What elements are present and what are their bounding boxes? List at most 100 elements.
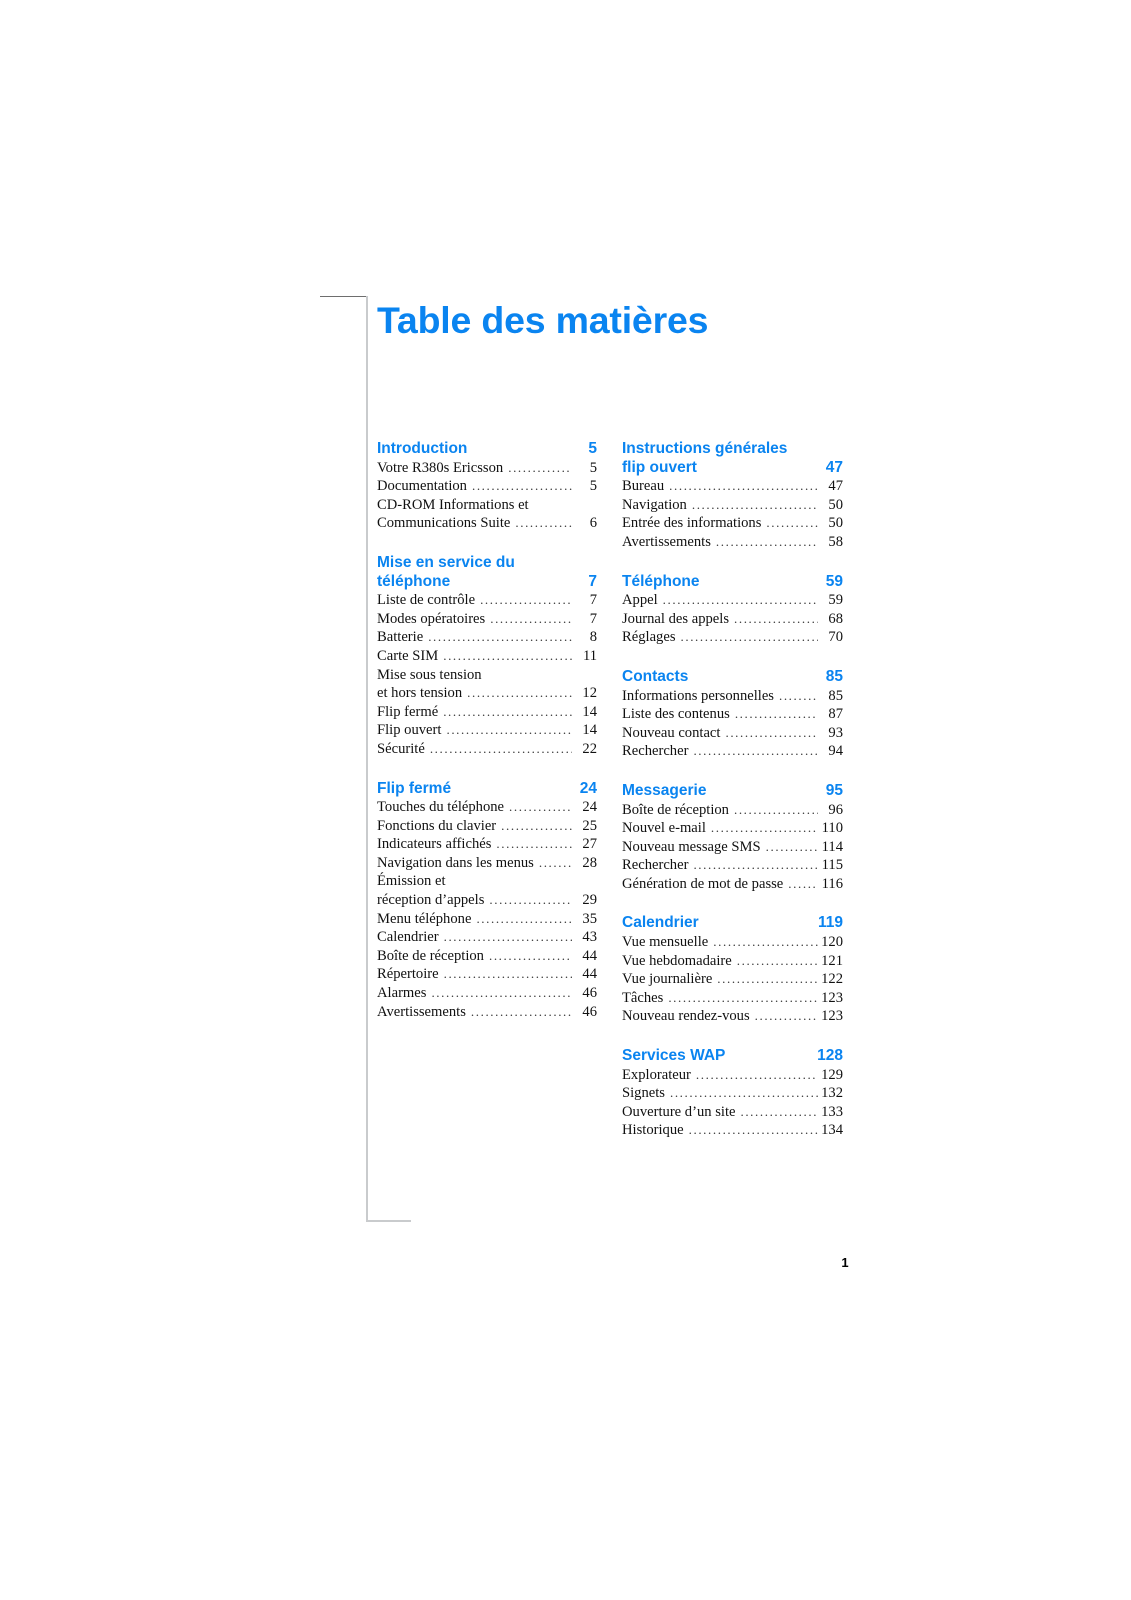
toc-entry-label: Nouveau contact bbox=[622, 724, 721, 741]
toc-entry-page: 5 bbox=[589, 459, 597, 476]
toc-entry-page: 94 bbox=[828, 743, 843, 760]
toc-entry-page: 132 bbox=[821, 1085, 843, 1102]
toc-entry[interactable]: Nouveau contact.........................… bbox=[622, 724, 843, 743]
toc-entry[interactable]: Rechercher..............................… bbox=[622, 856, 843, 875]
toc-entry[interactable]: Nouveau message SMS.....................… bbox=[622, 838, 843, 857]
toc-entry[interactable]: Vue hebdomadaire........................… bbox=[622, 952, 843, 971]
toc-entry-label: Touches du téléphone bbox=[377, 799, 505, 816]
toc-entry[interactable]: Documentation...........................… bbox=[377, 477, 597, 496]
toc-entry[interactable]: Indicateurs affichés....................… bbox=[377, 835, 597, 854]
toc-entry-page: 7 bbox=[589, 592, 597, 609]
toc-entry[interactable]: Alarmes.................................… bbox=[377, 984, 597, 1003]
toc-entry[interactable]: Navigation..............................… bbox=[622, 496, 843, 515]
toc-entry-label: Entrée des informations bbox=[622, 515, 762, 532]
toc-entry[interactable]: Avertissements..........................… bbox=[622, 533, 843, 552]
toc-entry[interactable]: Réglages................................… bbox=[622, 628, 843, 647]
toc-section-heading[interactable]: Introduction 5 bbox=[377, 440, 597, 459]
toc-entry[interactable]: Flip fermé..............................… bbox=[377, 703, 597, 722]
toc-entry[interactable]: Explorateur.............................… bbox=[622, 1066, 843, 1085]
toc-entry[interactable]: Journal des appels......................… bbox=[622, 610, 843, 629]
toc-leader-dots: ........................................… bbox=[740, 1103, 818, 1119]
toc-leader-dots: ........................................… bbox=[754, 1008, 818, 1024]
toc-entry-label: Mise sous tension bbox=[377, 666, 482, 683]
toc-entry[interactable]: et hors tension.........................… bbox=[377, 684, 597, 703]
toc-entry-label: Liste de contrôle bbox=[377, 592, 476, 609]
toc-entry[interactable]: Flip ouvert.............................… bbox=[377, 721, 597, 740]
toc-entry[interactable]: Répertoire..............................… bbox=[377, 965, 597, 984]
toc-entry-label: Nouvel e-mail bbox=[622, 820, 706, 837]
toc-leader-dots: ........................................… bbox=[695, 1066, 818, 1082]
toc-leader-dots: ........................................… bbox=[778, 687, 818, 703]
toc-entry-page: 29 bbox=[582, 892, 597, 909]
toc-entry[interactable]: Boîte de réception......................… bbox=[377, 947, 597, 966]
toc-entry[interactable]: Votre R380s Ericsson....................… bbox=[377, 459, 597, 478]
toc-entry-page: 85 bbox=[828, 687, 843, 704]
toc-section-heading-line: Contacts bbox=[622, 667, 689, 685]
toc-entry[interactable]: Sécurité................................… bbox=[377, 740, 597, 759]
toc-entry[interactable]: Historique..............................… bbox=[622, 1121, 843, 1140]
toc-entry-page: 123 bbox=[821, 1008, 843, 1025]
toc-section-heading[interactable]: Mise en service du téléphone 7 bbox=[377, 554, 597, 591]
toc-leader-dots: ........................................… bbox=[476, 910, 572, 926]
toc-entry-label: Navigation dans les menus bbox=[377, 854, 534, 871]
toc-entry[interactable]: Mise sous tension bbox=[377, 666, 597, 685]
toc-entry-label: Liste des contenus bbox=[622, 706, 730, 723]
toc-leader-dots: ........................................… bbox=[443, 966, 572, 982]
toc-entry[interactable]: Calendrier..............................… bbox=[377, 928, 597, 947]
toc-section-heading[interactable]: Calendrier 119 bbox=[622, 914, 843, 933]
toc-leader-dots: ........................................… bbox=[736, 952, 818, 968]
toc-entry[interactable]: réception d’appels......................… bbox=[377, 891, 597, 910]
toc-section-heading-line: Instructions générales bbox=[622, 440, 788, 457]
toc-leader-dots: ........................................… bbox=[668, 989, 818, 1005]
toc-entry[interactable]: Avertissements..........................… bbox=[377, 1003, 597, 1022]
toc-leader-dots: ........................................… bbox=[471, 478, 572, 494]
toc-entry-label: Explorateur bbox=[622, 1066, 691, 1083]
toc-entry[interactable]: Entrée des informations.................… bbox=[622, 514, 843, 533]
toc-section-heading[interactable]: Contacts 85 bbox=[622, 668, 843, 687]
toc-entry-page: 6 bbox=[589, 515, 597, 532]
toc-section-page: 128 bbox=[817, 1047, 843, 1065]
toc-leader-dots: ........................................… bbox=[693, 857, 818, 873]
toc-entry-page: 134 bbox=[821, 1122, 843, 1139]
toc-entry[interactable]: Nouvel e-mail...........................… bbox=[622, 819, 843, 838]
toc-entry[interactable]: Génération de mot de passe..............… bbox=[622, 875, 843, 894]
toc-leader-dots: ........................................… bbox=[501, 817, 572, 833]
toc-entry[interactable]: Vue mensuelle...........................… bbox=[622, 933, 843, 952]
toc-entry[interactable]: Carte SIM...............................… bbox=[377, 647, 597, 666]
toc-section-heading[interactable]: Services WAP 128 bbox=[622, 1047, 843, 1066]
toc-section-heading[interactable]: Messagerie 95 bbox=[622, 782, 843, 801]
toc-section-heading[interactable]: Instructions générales flip ouvert 47 bbox=[622, 440, 843, 477]
toc-entry[interactable]: CD-ROM Informations et bbox=[377, 496, 597, 515]
page-number: 1 bbox=[841, 1255, 849, 1270]
toc-entry[interactable]: Boîte de réception......................… bbox=[622, 801, 843, 820]
toc-entry[interactable]: Ouverture d’un site.....................… bbox=[622, 1103, 843, 1122]
toc-entry[interactable]: Batterie................................… bbox=[377, 628, 597, 647]
toc-leader-dots: ........................................… bbox=[710, 820, 818, 836]
toc-entry[interactable]: Touches du téléphone....................… bbox=[377, 798, 597, 817]
toc-entry[interactable]: Bureau..................................… bbox=[622, 477, 843, 496]
toc-entry-label: Avertissements bbox=[622, 533, 711, 550]
toc-entry[interactable]: Nouveau rendez-vous.....................… bbox=[622, 1007, 843, 1026]
toc-entry[interactable]: Émission et bbox=[377, 872, 597, 891]
toc-entry[interactable]: Informations personnelles...............… bbox=[622, 687, 843, 706]
toc-section: Instructions générales flip ouvert 47 Burea… bbox=[622, 440, 843, 552]
toc-entry-page: 35 bbox=[582, 910, 597, 927]
toc-entry[interactable]: Menu téléphone..........................… bbox=[377, 910, 597, 929]
toc-entry[interactable]: Modes opératoires.......................… bbox=[377, 610, 597, 629]
toc-entry[interactable]: Liste de contrôle.......................… bbox=[377, 591, 597, 610]
toc-section-heading[interactable]: Flip fermé 24 bbox=[377, 780, 597, 799]
toc-leader-dots: ........................................… bbox=[766, 515, 818, 531]
toc-entry-label: Tâches bbox=[622, 989, 664, 1006]
toc-entry-page: 24 bbox=[582, 799, 597, 816]
toc-entry[interactable]: Fonctions du clavier....................… bbox=[377, 817, 597, 836]
toc-section-heading[interactable]: Téléphone 59 bbox=[622, 573, 843, 592]
toc-entry[interactable]: Rechercher..............................… bbox=[622, 742, 843, 761]
toc-entry[interactable]: Tâches..................................… bbox=[622, 989, 843, 1008]
toc-entry[interactable]: Signets.................................… bbox=[622, 1084, 843, 1103]
toc-entry[interactable]: Navigation dans les menus...............… bbox=[377, 854, 597, 873]
toc-entry[interactable]: Communications Suite....................… bbox=[377, 514, 597, 533]
toc-leader-dots: ........................................… bbox=[669, 478, 818, 494]
toc-entry[interactable]: Liste des contenus......................… bbox=[622, 705, 843, 724]
toc-entry[interactable]: Appel...................................… bbox=[622, 591, 843, 610]
toc-entry[interactable]: Vue journalière.........................… bbox=[622, 970, 843, 989]
